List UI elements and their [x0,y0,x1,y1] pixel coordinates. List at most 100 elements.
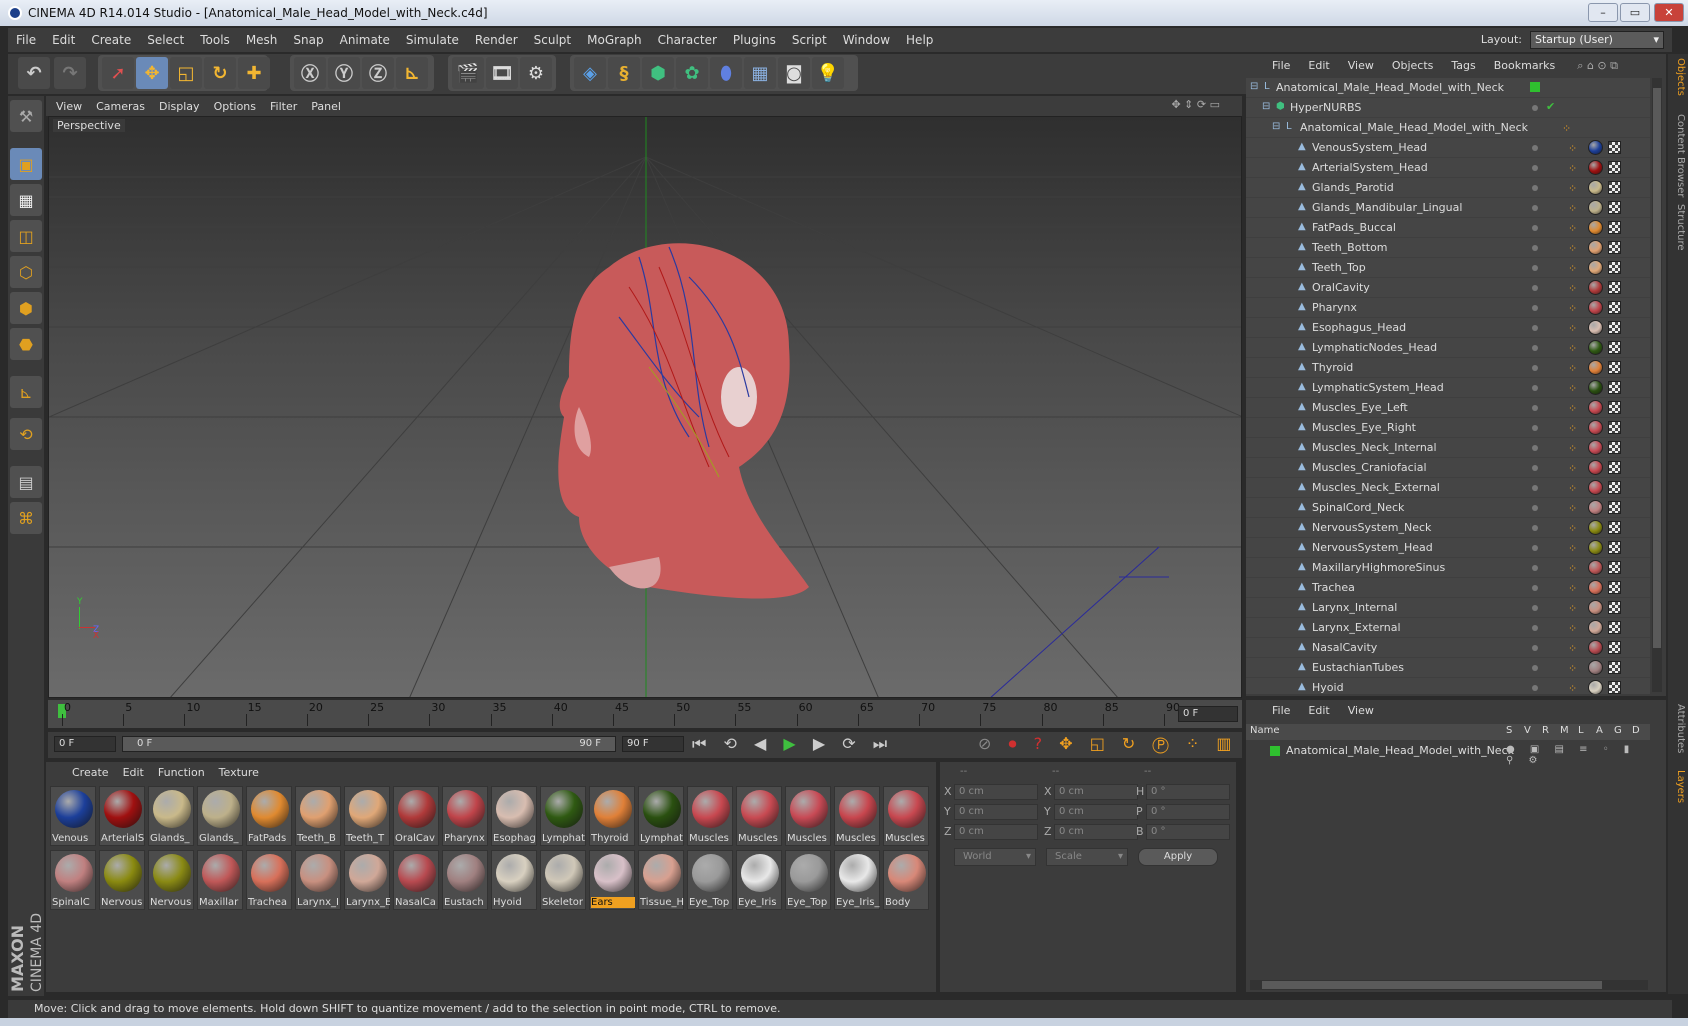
material-tag-icon[interactable] [1588,400,1603,415]
snap-settings-icon[interactable]: ⌘ [10,502,42,534]
search-icon[interactable]: ⌕ ⌂ ⊙ ⧉ [1577,59,1618,73]
tag-icon[interactable]: ⁘ [1568,142,1577,155]
material-tag-icon[interactable] [1588,300,1603,315]
layer-flag-header[interactable]: G [1614,725,1622,736]
object-row[interactable]: ▲ Muscles_Neck_Internal ⁘ [1246,438,1650,458]
object-row-hypernurbs[interactable]: ⊟ ⬢ HyperNURBS ✔ [1246,98,1650,118]
next-frame-icon[interactable]: ▶ [813,734,831,753]
material-swatch[interactable]: Glands_ [148,786,194,846]
material-tag-icon[interactable] [1588,560,1603,575]
texture-tag-icon[interactable] [1608,581,1621,594]
y-axis-lock-icon[interactable]: Ⓨ [328,57,360,89]
object-row[interactable]: ▲ Muscles_Neck_External ⁘ [1246,478,1650,498]
material-menu-texture[interactable]: Texture [219,766,259,779]
visibility-dot[interactable] [1532,685,1538,691]
object-row[interactable]: ▲ FatPads_Buccal ⁘ [1246,218,1650,238]
tag-icon[interactable]: ⁘ [1568,622,1577,635]
next-key-icon[interactable]: ⟳ [842,734,861,753]
object-row[interactable]: ▲ Glands_Mandibular_Lingual ⁘ [1246,198,1650,218]
menu-select[interactable]: Select [139,33,192,47]
tag-icon[interactable]: ⁘ [1568,542,1577,555]
layer-flag-header[interactable]: M [1560,725,1569,736]
visibility-dot[interactable] [1532,145,1538,151]
tag-icon[interactable]: ⁘ [1568,582,1577,595]
previous-key-icon[interactable]: ⟲ [724,734,743,753]
layer-flag-header[interactable]: D [1632,725,1640,736]
undo-button[interactable]: ↶ [18,57,50,89]
visibility-dot[interactable] [1532,485,1538,491]
tab-content-browser[interactable]: Content Browser [1670,114,1686,197]
tab-structure[interactable]: Structure [1670,204,1686,251]
timeline-ruler[interactable]: 0 5 10 15 20 25 30 35 40 45 50 55 60 65 70 75 80 85 90 0 F [48,700,1242,728]
tag-icon[interactable]: ⁘ [1568,642,1577,655]
material-tag-icon[interactable] [1588,600,1603,615]
last-tool-icon[interactable]: ✚ [238,57,270,89]
object-menu-edit[interactable]: Edit [1308,59,1329,72]
polygons-mode-icon[interactable]: ⬣ [10,328,42,360]
visibility-dot[interactable] [1532,185,1538,191]
texture-tag-icon[interactable] [1608,401,1621,414]
keyframe-selection-icon[interactable]: ? [1034,734,1049,753]
menu-tools[interactable]: Tools [192,33,238,47]
render-picture-viewer-icon[interactable]: 🎞 [486,57,518,89]
layer-menu-file[interactable]: File [1272,704,1290,717]
object-scrollbar[interactable] [1652,78,1662,692]
layout-select[interactable]: Startup (User) ▾ [1530,31,1664,49]
material-swatch[interactable]: Trachea [246,850,292,910]
material-swatch[interactable]: Tissue_H [638,850,684,910]
tag-icon[interactable]: ⁘ [1568,242,1577,255]
material-swatch[interactable]: NasalCa [393,850,439,910]
viewport-menu-cameras[interactable]: Cameras [96,100,145,113]
material-tag-icon[interactable] [1588,640,1603,655]
viewport-menu-filter[interactable]: Filter [270,100,297,113]
layer-menu-view[interactable]: View [1348,704,1374,717]
texture-tag-icon[interactable] [1608,601,1621,614]
material-tag-icon[interactable] [1588,380,1603,395]
material-tag-icon[interactable] [1588,340,1603,355]
material-tag-icon[interactable] [1588,320,1603,335]
material-tag-icon[interactable] [1588,680,1603,694]
object-row[interactable]: ▲ Muscles_Eye_Right ⁘ [1246,418,1650,438]
tag-icon[interactable]: ⁘ [1568,262,1577,275]
spline-icon[interactable]: § [608,57,640,89]
object-row[interactable]: ▲ Muscles_Eye_Left ⁘ [1246,398,1650,418]
rotation-field[interactable]: 0 ° [1146,824,1230,840]
material-tag-icon[interactable] [1588,200,1603,215]
live-selection-icon[interactable]: ➚ [102,57,134,89]
object-row[interactable]: ▲ Trachea ⁘ [1246,578,1650,598]
preview-range-slider[interactable]: 0 F 90 F [122,736,616,752]
viewport-camera-label[interactable]: Perspective [53,119,125,132]
material-swatch[interactable]: Skeletor [540,850,586,910]
rotation-field[interactable]: 0 ° [1146,784,1230,800]
tag-icon[interactable]: ⁘ [1568,202,1577,215]
texture-tag-icon[interactable] [1608,541,1621,554]
object-row-group[interactable]: ⊟ L Anatomical_Male_Head_Model_with_Neck… [1246,118,1650,138]
object-row[interactable]: ▲ EustachianTubes ⁘ [1246,658,1650,678]
material-menu-create[interactable]: Create [72,766,109,779]
tag-icon[interactable]: ⁘ [1568,482,1577,495]
material-swatch[interactable]: Lymphat [638,786,684,846]
material-tag-icon[interactable] [1588,280,1603,295]
material-tag-icon[interactable] [1588,440,1603,455]
tag-icon[interactable]: ⁘ [1568,282,1577,295]
tag-icon[interactable]: ⁘ [1568,322,1577,335]
visibility-dot[interactable] [1532,505,1538,511]
texture-tag-icon[interactable] [1608,501,1621,514]
layer-flag-icons[interactable]: ● ▣ ▤ ≡ ◦ ▮ ⚲ ⚙ [1506,744,1650,766]
move-tool-icon[interactable]: ✥ [136,57,168,89]
texture-tag-icon[interactable] [1608,641,1621,654]
material-menu-edit[interactable]: Edit [123,766,144,779]
tag-icon[interactable]: ⁘ [1568,522,1577,535]
texture-tag-icon[interactable] [1608,661,1621,674]
visibility-dot[interactable] [1532,565,1538,571]
x-axis-lock-icon[interactable]: Ⓧ [294,57,326,89]
object-row[interactable]: ▲ NervousSystem_Head ⁘ [1246,538,1650,558]
material-swatch[interactable]: Muscles [736,786,782,846]
tab-layers[interactable]: Layers [1670,770,1686,803]
layer-flag-header[interactable]: S [1506,725,1512,736]
record-active-icon[interactable]: ⊘ [978,734,997,753]
viewport-menu-view[interactable]: View [56,100,82,113]
material-tag-icon[interactable] [1588,220,1603,235]
material-tag-icon[interactable] [1588,140,1603,155]
material-swatch[interactable]: Venous [50,786,96,846]
